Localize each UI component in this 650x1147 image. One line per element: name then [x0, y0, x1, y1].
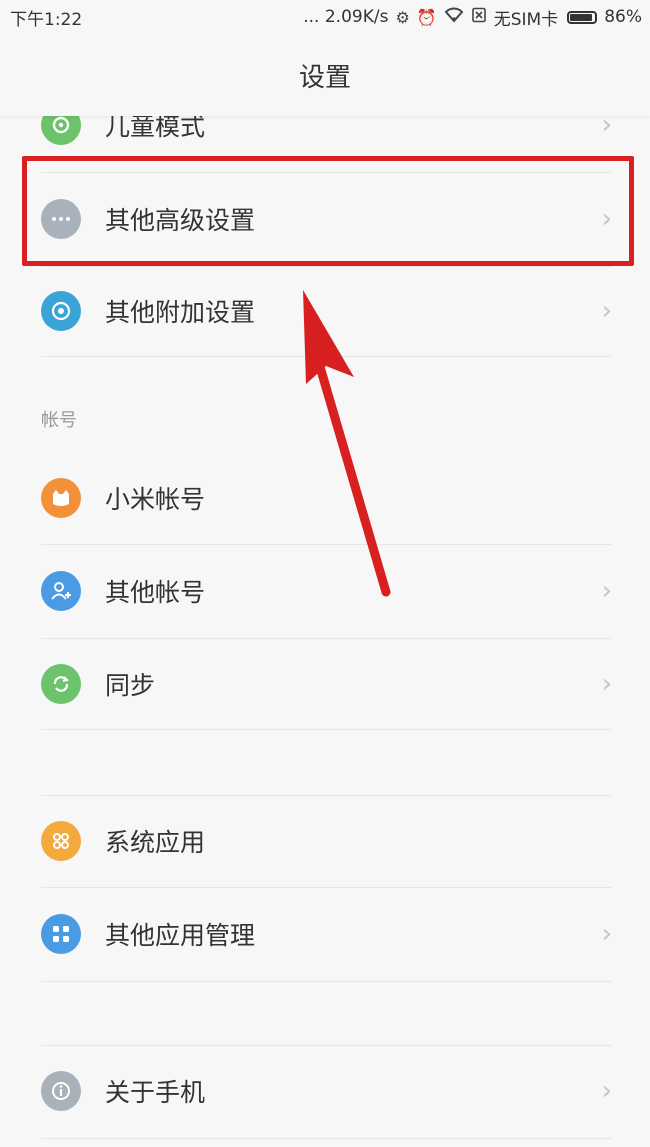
target-icon: [41, 291, 81, 331]
battery-icon: [567, 10, 598, 24]
settings-item-label: 其他高级设置: [105, 206, 256, 235]
info-icon: [41, 1071, 81, 1111]
settings-item-additional[interactable]: 其他附加设置 ›: [0, 264, 650, 358]
accounts-item-label: 其他帐号: [105, 578, 206, 607]
system-apps-icon: [41, 821, 81, 861]
mi-account-icon: [41, 478, 81, 518]
page-title: 设置: [298, 62, 351, 93]
accounts-item-label: 同步: [105, 671, 156, 700]
sim-icon: [471, 7, 487, 27]
apps-item-system[interactable]: 系统应用: [0, 794, 650, 888]
apps-item-label: 其他应用管理: [105, 921, 256, 950]
app-grid-icon: [41, 914, 81, 954]
title-bar: 设置: [0, 34, 650, 116]
status-time: 下午1:22: [10, 9, 83, 30]
accounts-item-label: 小米帐号: [105, 485, 206, 514]
gear-icon: ⚙: [395, 7, 410, 27]
chevron-right-icon: ›: [601, 576, 612, 606]
accounts-item-mi[interactable]: 小米帐号: [0, 451, 650, 545]
chevron-right-icon: ›: [601, 669, 612, 699]
network-speed: ... 2.09K/s: [303, 7, 389, 27]
accounts-item-other[interactable]: 其他帐号 ›: [0, 544, 650, 638]
more-dots-icon: [41, 199, 81, 239]
alarm-icon: ⏰: [416, 7, 437, 27]
chevron-right-icon: ›: [601, 919, 612, 949]
chevron-right-icon: ›: [601, 1076, 612, 1106]
chevron-right-icon: ›: [601, 296, 612, 326]
wifi-icon: [444, 7, 464, 27]
status-bar: 下午1:22 ... 2.09K/s ⚙ ⏰ 无SIM卡 86%: [0, 0, 650, 34]
sync-icon: [41, 664, 81, 704]
divider: [41, 356, 612, 357]
section-header-accounts: 帐号: [41, 410, 77, 431]
divider: [41, 981, 612, 982]
accounts-item-sync[interactable]: 同步 ›: [0, 637, 650, 731]
apps-item-label: 系统应用: [105, 828, 206, 857]
divider: [41, 1138, 612, 1139]
apps-item-manage[interactable]: 其他应用管理 ›: [0, 887, 650, 981]
chevron-right-icon: ›: [601, 204, 612, 234]
about-item-label: 关于手机: [105, 1078, 206, 1107]
about-item-phone[interactable]: 关于手机 ›: [0, 1044, 650, 1138]
settings-item-label: 其他附加设置: [105, 298, 256, 327]
divider: [41, 729, 612, 730]
status-right-group: ... 2.09K/s ⚙ ⏰ 无SIM卡 86%: [303, 5, 642, 30]
battery-level: 86%: [604, 7, 642, 27]
user-add-icon: [41, 571, 81, 611]
sim-status: 无SIM卡: [493, 9, 559, 30]
settings-item-advanced[interactable]: 其他高级设置 ›: [0, 172, 650, 266]
